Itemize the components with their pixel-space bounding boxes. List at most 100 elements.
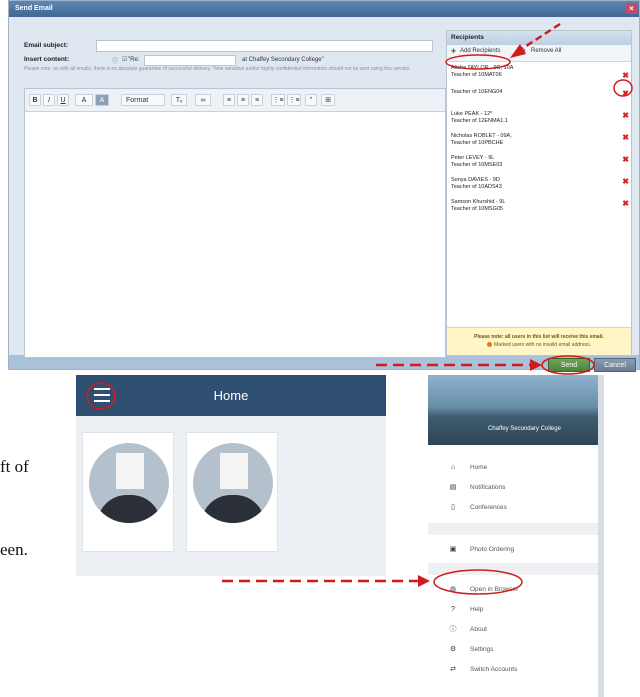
drawer-item-label: Notifications (470, 484, 506, 491)
remove-recipient-icon[interactable]: ✖ (622, 89, 629, 98)
drawer-item-notifications[interactable]: ▤ Notifications (428, 479, 598, 497)
send-button[interactable]: Send (548, 358, 590, 372)
remove-recipient-icon[interactable]: ✖ (622, 199, 629, 208)
clear-format-button[interactable]: Tₓ (171, 94, 187, 106)
recipients-warning: Please note: all users in this list will… (447, 327, 631, 355)
doc-text-fragment: een. (0, 540, 28, 559)
cancel-button[interactable]: Cancel (594, 358, 636, 372)
avatar (193, 443, 273, 523)
switch-icon: ⇄ (450, 666, 456, 673)
link-button[interactable]: ∞ (195, 94, 211, 106)
remove-recipient-icon[interactable]: ✖ (622, 177, 629, 186)
warning-line-1: Please note: all users in this list will… (474, 334, 604, 340)
recipient-sub: Teacher of 10MSG05 (451, 206, 503, 212)
table-button[interactable]: ⊞ (321, 94, 335, 106)
send-label: Send (560, 362, 578, 369)
drawer-item-switch-accounts[interactable]: ⇄ Switch Accounts (428, 661, 598, 679)
recipient-name: Alisha TAYLOR - 9C, 10A (451, 65, 514, 71)
remove-all-button[interactable]: Remove All (531, 48, 561, 54)
app-header: Home (76, 375, 386, 416)
delivery-note: Please note: as with all emails, there i… (24, 66, 411, 72)
text-color-button[interactable]: A (75, 94, 93, 106)
insert-input[interactable] (144, 55, 236, 66)
email-editor[interactable]: B I U A A Format Tₓ ∞ ≡ ≡ ≡ ⋮≡ ⋮≡ " ⊞ (24, 88, 446, 358)
recipient-name: Peter LEVEY - 9L (451, 155, 495, 161)
align-left-button[interactable]: ≡ (223, 94, 235, 106)
recipient-item: Samson Khurshid - 9L Teacher of 10MSG05 … (451, 199, 629, 213)
drawer-item-help[interactable]: ? Help (428, 601, 598, 619)
drawer-item-home[interactable]: ⌂ Home (428, 459, 598, 477)
recipient-sub: Teacher of 10ENG04 (451, 89, 503, 95)
help-icon: ? (451, 606, 455, 613)
recipient-name: Samson Khurshid - 9L (451, 199, 506, 205)
recipients-header: Recipients (447, 31, 631, 45)
school-banner (428, 375, 598, 445)
bg-color-button[interactable]: A (95, 94, 109, 106)
gear-icon: ⚙ (449, 646, 457, 653)
recipient-item: Peter LEVEY - 9L Teacher of 10MSE03 ✖ (451, 155, 629, 169)
side-drawer: Chaffey Secondary College ⌂ Home ▤ Notific… (428, 375, 604, 697)
recipient-item: Alisha TAYLOR - 9C, 10A Teacher of 10MAT… (451, 65, 629, 80)
quote-button[interactable]: " (305, 94, 317, 106)
warning-line-2-wrap: Marked users with no invalid email addre… (447, 341, 631, 349)
remove-recipient-icon[interactable]: ✖ (622, 133, 629, 142)
underline-button[interactable]: U (57, 94, 69, 106)
insert-content-label: Insert content: (24, 56, 70, 63)
recipient-name: Nicholas ROBLET - 09A, (451, 133, 512, 139)
drawer-divider (428, 563, 598, 575)
checkbox-icon[interactable]: ☑ (122, 56, 127, 63)
drawer-item-label: Help (470, 606, 484, 613)
italic-button[interactable]: I (43, 94, 55, 106)
student-card[interactable] (186, 432, 278, 552)
warning-icon (487, 342, 492, 348)
drawer-item-label: Settings (470, 646, 494, 653)
drawer-item-label: Photo Ordering (470, 546, 515, 553)
drawer-item-label: Conferences (470, 504, 507, 511)
bullet-list-button[interactable]: ⋮≡ (287, 94, 301, 106)
recipient-item: Teacher of 10ENG04 ✖ (451, 89, 629, 98)
add-icon[interactable]: ✚ (451, 48, 456, 55)
recipient-item: Luke PEAK - 12* Teacher of 12ENMA1.1 ✖ (451, 111, 629, 125)
notifications-icon: ▤ (449, 484, 457, 491)
recipient-item: Sonya DAVIES - 9D Teacher of 10ADS43 ✖ (451, 177, 629, 191)
info-icon[interactable]: ⓘ (112, 56, 118, 65)
remove-icon[interactable]: ✖ (521, 48, 526, 55)
close-icon[interactable]: × (626, 3, 637, 14)
subject-input[interactable] (96, 40, 433, 52)
drawer-divider (428, 523, 598, 535)
recipient-name: Luke PEAK - 12* (451, 111, 493, 117)
subject-label: Email subject: (24, 42, 69, 49)
drawer-item-settings[interactable]: ⚙ Settings (428, 641, 598, 659)
recipient-sub: Teacher of 10ADS43 (451, 184, 502, 190)
recipient-sub: Teacher of 10PBCHE (451, 140, 504, 146)
student-card[interactable] (82, 432, 174, 552)
recipients-toolbar: ✚ Add Recipients ✖ Remove All (447, 45, 631, 62)
numbered-list-button[interactable]: ⋮≡ (271, 94, 285, 106)
window-title: Send Email (9, 1, 639, 17)
recipient-item: Nicholas ROBLET - 09A, Teacher of 10PBCH… (451, 133, 629, 147)
drawer-item-open-in-browser[interactable]: ◍ Open in Browser (428, 581, 598, 599)
recipient-sub: Teacher of 10MAT06 (451, 72, 502, 78)
drawer-item-about[interactable]: ⓘ About (428, 621, 598, 639)
remove-recipient-icon[interactable]: ✖ (622, 111, 629, 120)
drawer-item-label: Open in Browser (470, 586, 519, 593)
insert-suffix: at Chaffey Secondary College" (242, 57, 324, 63)
format-select[interactable]: Format (121, 94, 165, 106)
drawer-item-conferences[interactable]: ▯ Conferences (428, 499, 598, 517)
remove-recipient-icon[interactable]: ✖ (622, 71, 629, 80)
drawer-item-photo-ordering[interactable]: ▣ Photo Ordering (428, 541, 598, 559)
align-right-button[interactable]: ≡ (251, 94, 263, 106)
drawer-item-label: Home (470, 464, 488, 471)
cancel-label: Cancel (604, 362, 626, 369)
warning-line-2: Marked users with no invalid email addre… (494, 342, 591, 348)
bold-button[interactable]: B (29, 94, 41, 106)
drawer-item-label: Switch Accounts (470, 666, 518, 673)
recipient-sub: Teacher of 10MSE03 (451, 162, 503, 168)
remove-recipient-icon[interactable]: ✖ (622, 155, 629, 164)
align-center-button[interactable]: ≡ (237, 94, 249, 106)
add-recipients-button[interactable]: Add Recipients (460, 48, 500, 54)
recipient-sub: Teacher of 12ENMA1.1 (451, 118, 508, 124)
globe-icon: ◍ (449, 586, 457, 593)
conferences-icon: ▯ (451, 504, 455, 511)
drawer-item-label: About (470, 626, 487, 633)
